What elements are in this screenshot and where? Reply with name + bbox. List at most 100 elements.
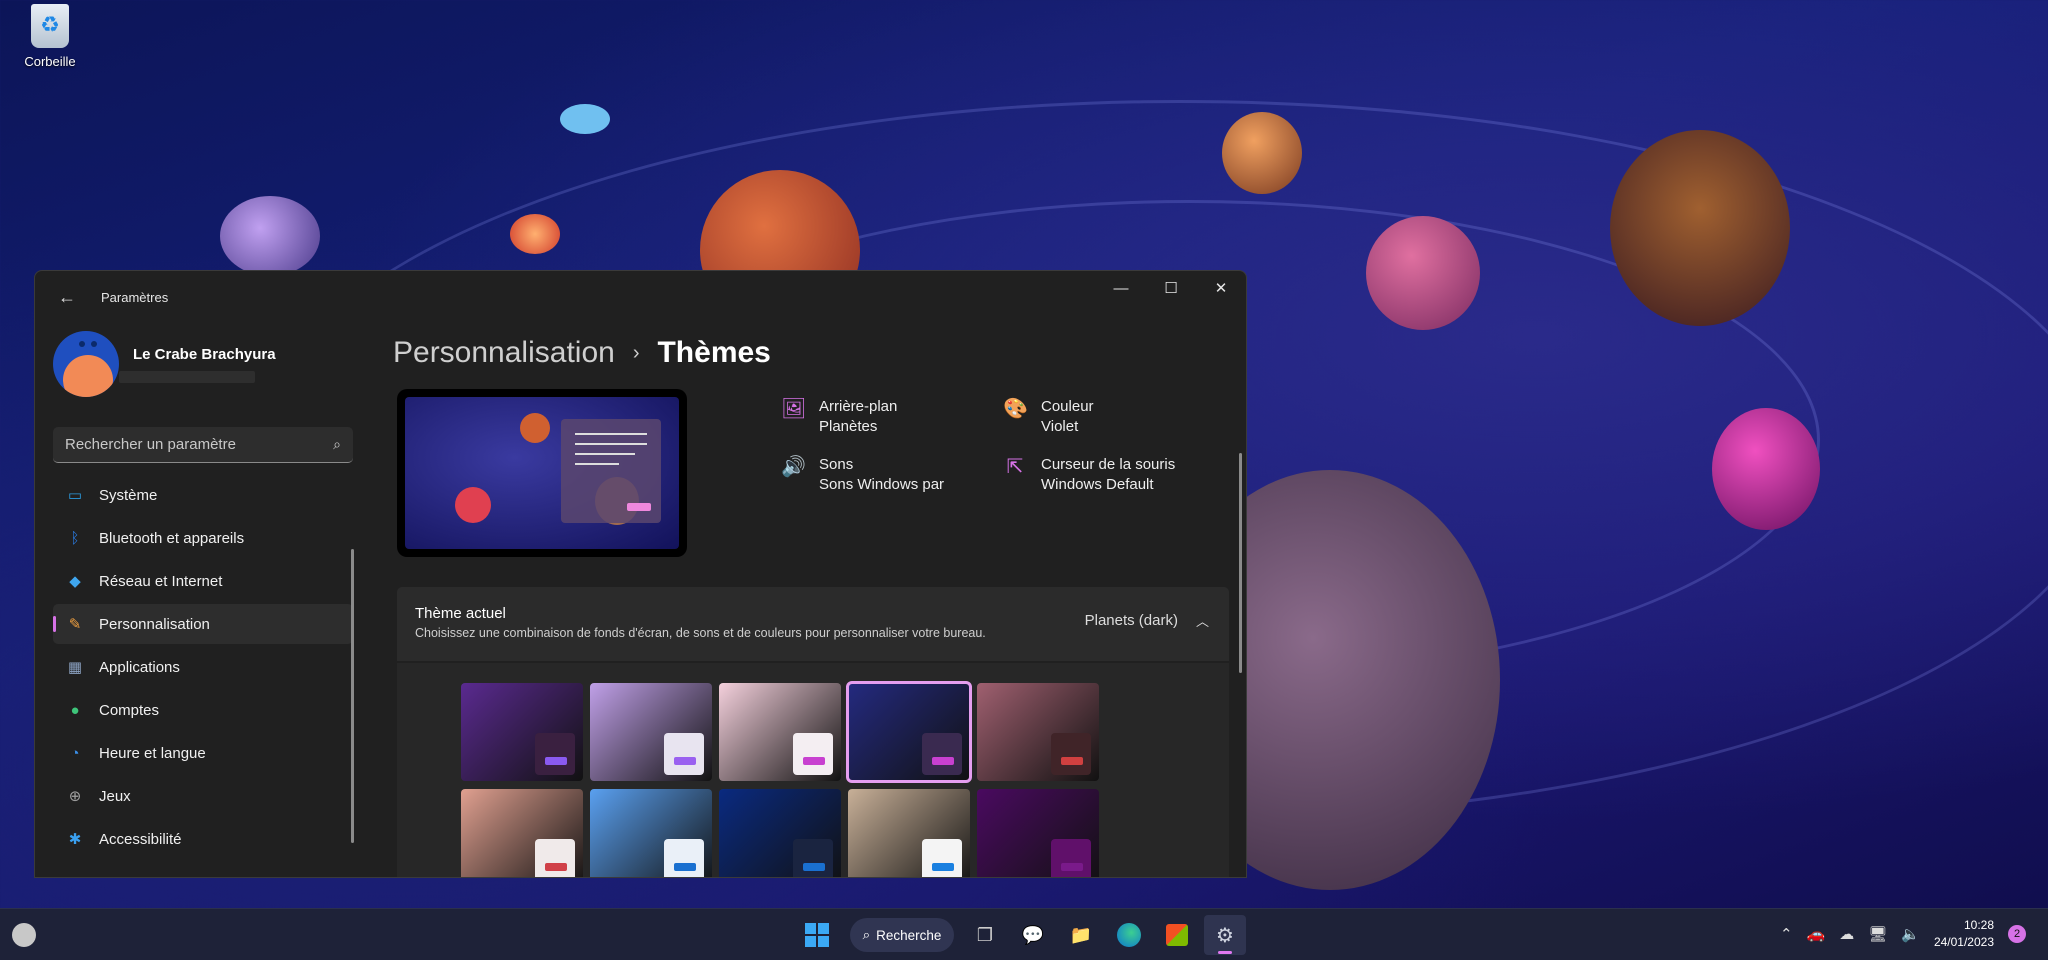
theme-accent-bar <box>674 863 696 871</box>
theme-window-preview <box>1051 733 1091 775</box>
title-bar[interactable]: ← Paramètres — ☐ ✕ <box>35 271 1246 323</box>
sidebar-item-label: Heure et langue <box>99 744 206 762</box>
edge-button[interactable] <box>1108 915 1150 955</box>
taskbar-search-label: Recherche <box>876 927 942 943</box>
color-label: Couleur <box>1041 398 1094 415</box>
palette-icon: 🎨 <box>1003 398 1028 420</box>
start-button[interactable] <box>796 915 838 955</box>
gaming-icon: ⊕ <box>68 788 82 805</box>
time-language-icon: ◔ <box>70 744 80 762</box>
sidebar-nav: ▭ Système ᛒ Bluetooth et appareils ◆ Réseau e… <box>35 475 365 859</box>
search-icon: ⌕ <box>333 436 341 452</box>
close-button[interactable]: ✕ <box>1196 271 1246 305</box>
theme-thumbnail[interactable] <box>719 789 841 877</box>
clock[interactable]: 10:28 24/01/2023 <box>1934 917 1994 951</box>
main-scrollbar[interactable] <box>1239 453 1242 673</box>
theme-preview <box>397 389 687 557</box>
theme-thumbnail[interactable] <box>461 683 583 781</box>
maximize-button[interactable]: ☐ <box>1146 271 1196 305</box>
notification-badge[interactable]: 2 <box>2008 925 2026 943</box>
theme-accent-bar <box>545 863 567 871</box>
sidebar-item-2[interactable]: ◆ Réseau et Internet <box>53 561 353 601</box>
theme-window-preview <box>793 733 833 775</box>
back-button[interactable]: ← <box>47 277 87 317</box>
sidebar-item-7[interactable]: ⊕ Jeux <box>53 776 353 816</box>
clock-date: 24/01/2023 <box>1933 935 1994 949</box>
wallpaper-planet <box>220 196 320 276</box>
sidebar-item-label: Applications <box>99 658 180 676</box>
page-title: Thèmes <box>657 336 771 369</box>
chevron-up-icon: ︿ <box>1195 614 1209 629</box>
sidebar-item-label: Personnalisation <box>99 615 210 633</box>
background-label: Arrière-plan <box>819 398 898 415</box>
cursor-property[interactable]: ⇱ Curseur de la souris Windows Default <box>1003 455 1176 495</box>
breadcrumb-parent[interactable]: Personnalisation <box>393 336 615 370</box>
theme-window-preview <box>922 839 962 877</box>
settings-search[interactable]: Rechercher un paramètre ⌕ <box>53 427 353 463</box>
current-theme-header[interactable]: Thème actuel Choisissez une combinaison … <box>397 587 1229 661</box>
theme-thumbnail[interactable] <box>590 789 712 877</box>
sidebar-item-8[interactable]: ✱ Accessibilité <box>53 819 353 859</box>
wallpaper-planet <box>560 104 610 134</box>
theme-window-preview <box>793 839 833 877</box>
accessibility-icon: ✱ <box>68 831 82 848</box>
search-placeholder: Rechercher un paramètre <box>65 436 236 453</box>
volume-icon[interactable]: 🔈 <box>1901 925 1920 943</box>
sidebar-item-label: Réseau et Internet <box>99 572 223 590</box>
user-profile[interactable]: Le Crabe Brachyura <box>53 331 365 397</box>
sidebar-item-0[interactable]: ▭ Système <box>53 475 353 515</box>
sounds-property[interactable]: 🔊 Sons Sons Windows par <box>781 455 944 495</box>
color-value: Violet <box>1041 418 1079 435</box>
wallpaper-planet <box>1366 216 1480 330</box>
theme-thumbnail[interactable] <box>848 789 970 877</box>
theme-thumbnail[interactable] <box>719 683 841 781</box>
chevron-up-icon[interactable]: ⌃ <box>1780 925 1793 943</box>
theme-gallery <box>397 663 1229 877</box>
theme-thumbnail[interactable] <box>977 683 1099 781</box>
settings-taskbar-button[interactable]: ⚙ <box>1204 915 1246 955</box>
file-explorer-button[interactable]: 📁 <box>1060 915 1102 955</box>
theme-accent-bar <box>803 863 825 871</box>
task-view-button[interactable]: ❐ <box>964 915 1006 955</box>
wallpaper-planet <box>1610 130 1790 326</box>
task-view-icon: ❐ <box>976 924 994 945</box>
theme-thumbnail[interactable] <box>977 789 1099 877</box>
theme-thumbnail[interactable] <box>590 683 712 781</box>
sounds-value: Sons Windows par <box>819 476 945 493</box>
taskbar-search[interactable]: ⌕ Recherche <box>850 918 954 952</box>
search-icon: ⌕ <box>862 927 871 942</box>
sidebar-item-6[interactable]: ◔ Heure et langue <box>53 733 353 773</box>
theme-window-preview <box>664 839 704 877</box>
store-button[interactable] <box>1156 915 1198 955</box>
current-theme-panel: Thème actuel Choisissez une combinaison … <box>397 587 1229 877</box>
window-controls: — ☐ ✕ <box>1096 271 1246 305</box>
sidebar-item-4[interactable]: ▦ Applications <box>53 647 353 687</box>
profile-email-redacted <box>119 370 255 383</box>
close-icon: ✕ <box>1214 280 1228 297</box>
chat-icon: 💬 <box>1021 924 1045 945</box>
brush-icon: ✎ <box>68 616 82 633</box>
minimize-button[interactable]: — <box>1096 271 1146 305</box>
system-icon: ▭ <box>67 487 83 504</box>
sidebar-item-5[interactable]: ● Comptes <box>53 690 353 730</box>
settings-window: ← Paramètres — ☐ ✕ Le Crabe Brachyura Re… <box>34 270 1247 878</box>
clock-time: 10:28 <box>1963 918 1994 932</box>
sidebar-scrollbar[interactable] <box>351 549 354 843</box>
weather-icon[interactable] <box>12 923 36 947</box>
network-icon[interactable]: 🖥 <box>1868 925 1887 943</box>
system-tray: ⌃ 🚗 ☁ 🖥 🔈 10:28 24/01/2023 2 <box>1780 917 2026 951</box>
theme-thumbnail[interactable] <box>461 789 583 877</box>
recycle-bin[interactable]: Corbeille <box>18 4 82 69</box>
sidebar-item-1[interactable]: ᛒ Bluetooth et appareils <box>53 518 353 558</box>
chat-button[interactable]: 💬 <box>1012 915 1054 955</box>
color-property[interactable]: 🎨 Couleur Violet <box>1003 397 1094 437</box>
sidebar-item-3[interactable]: ✎ Personnalisation <box>53 604 353 644</box>
main-content: Personnalisation › Thèmes 🖼 Arrière-plan… <box>385 323 1246 877</box>
car-icon[interactable]: 🚗 <box>1807 925 1826 943</box>
onedrive-icon[interactable]: ☁ <box>1839 925 1854 943</box>
background-property[interactable]: 🖼 Arrière-plan Planètes <box>781 397 897 437</box>
theme-window-preview <box>664 733 704 775</box>
cursor-value: Windows Default <box>1041 476 1154 493</box>
wallpaper-planet <box>1222 112 1302 194</box>
theme-thumbnail[interactable] <box>846 681 972 783</box>
